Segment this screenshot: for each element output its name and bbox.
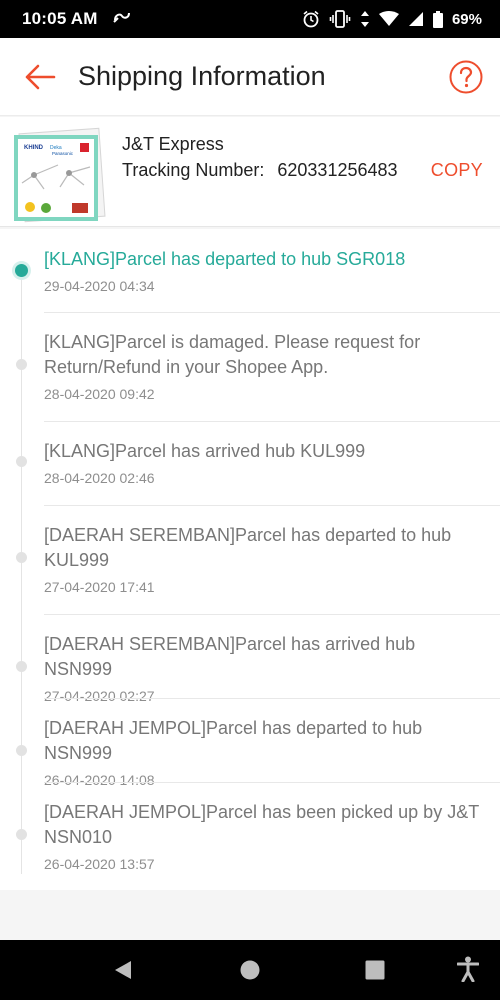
status-time: 10:05 AM	[22, 9, 98, 28]
event-divider	[44, 782, 500, 783]
event-description: [KLANG]Parcel has departed to hub SGR018	[44, 249, 406, 269]
event-divider	[44, 505, 500, 506]
signal-icon	[408, 11, 424, 27]
wifi-icon	[378, 11, 399, 27]
timeline-dot	[16, 552, 27, 563]
battery-level: 69%	[451, 10, 482, 28]
accessibility-icon	[456, 956, 480, 983]
event-timestamp: 27-04-2020 17:41	[44, 579, 155, 595]
app-bar: Shipping Information	[0, 38, 500, 116]
thumb-brand-khind: KHIND	[24, 145, 44, 151]
nav-accessibility-button[interactable]	[456, 956, 480, 987]
event-timestamp: 26-04-2020 14:08	[44, 772, 155, 788]
carrier-name: J&T Express	[122, 134, 224, 154]
shipment-card: KHIND Deka Panasonic J&T Express Trackin…	[0, 117, 500, 227]
arrow-left-icon	[25, 64, 56, 89]
page-title: Shipping Information	[78, 61, 326, 91]
event-description: [DAERAH SEREMBAN]Parcel has arrived hub …	[44, 634, 416, 679]
product-thumbnail[interactable]: KHIND Deka Panasonic	[14, 127, 108, 225]
event-description: [DAERAH JEMPOL]Parcel has been picked up…	[44, 802, 479, 847]
recents-square-icon	[365, 960, 385, 980]
event-timestamp: 27-04-2020 02:27	[44, 688, 155, 704]
thumb-brand-panasonic: Panasonic	[52, 151, 74, 156]
event-description: [KLANG]Parcel has arrived hub KUL999	[44, 441, 366, 461]
back-triangle-icon	[115, 961, 131, 979]
vibrate-icon	[329, 10, 351, 28]
system-nav-bar	[0, 940, 500, 1000]
nav-recents-button[interactable]	[365, 960, 385, 985]
event-divider	[44, 312, 500, 313]
event-divider	[44, 614, 500, 615]
event-timestamp: 28-04-2020 09:42	[44, 386, 155, 402]
event-divider	[44, 421, 500, 422]
event-divider	[44, 698, 500, 699]
copy-button[interactable]: COPY	[431, 160, 483, 181]
event-description: [KLANG]Parcel is damaged. Please request…	[44, 332, 421, 377]
battery-icon	[432, 10, 443, 28]
data-arrows-icon	[360, 10, 370, 28]
status-bar: 10:05 AM 69%	[0, 0, 500, 38]
timeline-dot	[16, 456, 27, 467]
help-button[interactable]	[449, 60, 483, 94]
event-timestamp: 26-04-2020 13:57	[44, 856, 155, 872]
tracking-number: 620331256483	[277, 160, 398, 180]
status-icons: 69%	[302, 10, 482, 28]
event-description: [DAERAH SEREMBAN]Parcel has departed to …	[44, 525, 452, 570]
tracking-timeline: [KLANG]Parcel has departed to hub SGR018…	[0, 229, 500, 890]
timeline-dot-active	[15, 264, 28, 277]
link-icon	[112, 10, 132, 29]
timeline-dot	[16, 359, 27, 370]
event-timestamp: 28-04-2020 02:46	[44, 470, 155, 486]
nav-home-button[interactable]	[240, 960, 260, 985]
screen: 10:05 AM 69% Shipping Information KHIND …	[0, 0, 500, 1000]
question-circle-icon	[449, 60, 483, 93]
event-description: [DAERAH JEMPOL]Parcel has departed to hu…	[44, 718, 423, 763]
timeline-dot	[16, 829, 27, 840]
back-button[interactable]	[0, 38, 80, 116]
event-timestamp: 29-04-2020 04:34	[44, 278, 155, 294]
tracking-row: Tracking Number: 620331256483	[122, 160, 398, 181]
timeline-dot	[16, 745, 27, 756]
nav-back-button[interactable]	[113, 960, 133, 985]
tracking-label: Tracking Number:	[122, 160, 265, 180]
timeline-dot	[16, 661, 27, 672]
alarm-icon	[302, 10, 320, 28]
home-circle-icon	[240, 960, 260, 980]
